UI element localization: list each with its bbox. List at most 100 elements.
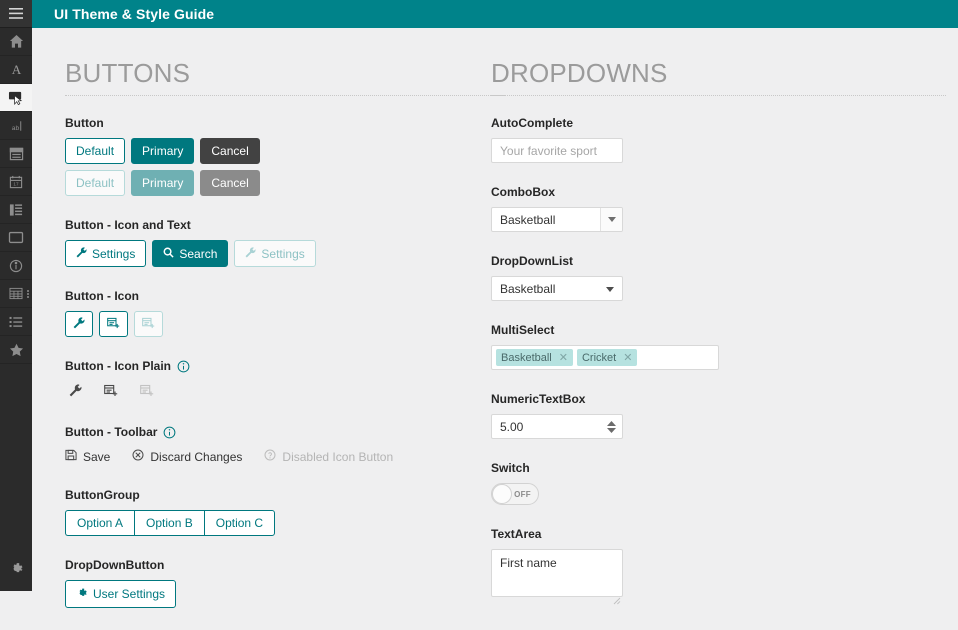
button-group: Option A Option B Option C <box>65 510 276 536</box>
add-record-icon <box>140 384 154 400</box>
calendar-icon: 17 <box>9 175 23 189</box>
discard-changes-toolbar-button[interactable]: Discard Changes <box>132 447 242 466</box>
switch-group: Switch OFF <box>491 461 946 505</box>
sidebar-item-dialog[interactable] <box>0 224 32 252</box>
main-content: BUTTONS Button Default Primary Cancel De… <box>32 28 958 608</box>
settings-button[interactable]: Settings <box>65 240 147 267</box>
add-record-plain-button[interactable] <box>100 381 122 403</box>
dialog-box-icon <box>8 231 24 244</box>
grid-table-icon <box>9 287 23 300</box>
dropdownlist[interactable]: Basketball <box>491 276 623 301</box>
default-button-disabled: Default <box>65 170 126 196</box>
buttongroup-label: ButtonGroup <box>65 488 140 502</box>
user-settings-dropdown-button[interactable]: User Settings <box>65 580 177 608</box>
svg-text:A: A <box>11 62 21 77</box>
add-record-icon <box>107 317 120 331</box>
combobox-value[interactable]: Basketball <box>492 208 600 231</box>
hamburger-menu-button[interactable] <box>0 0 32 28</box>
chevron-down-icon[interactable] <box>600 208 622 231</box>
window-panel-icon <box>9 147 24 161</box>
sidebar-item-inputs[interactable]: ab <box>0 112 32 140</box>
sidebar-item-grid[interactable] <box>0 280 32 308</box>
multiselect-chip: Cricket ✕ <box>576 349 638 366</box>
option-b-button[interactable]: Option B <box>134 510 204 536</box>
textarea-wrapper <box>491 549 623 605</box>
sidebar-item-favorites[interactable] <box>0 336 32 364</box>
dropdownbutton-group: DropDownButton User Settings <box>65 558 505 608</box>
textarea-input[interactable] <box>491 549 623 597</box>
primary-button[interactable]: Primary <box>131 138 195 164</box>
sidebar-item-settings[interactable] <box>0 551 32 591</box>
option-c-button[interactable]: Option C <box>203 510 276 536</box>
autocomplete-input[interactable] <box>491 138 623 163</box>
wrench-icon <box>69 384 82 400</box>
star-icon <box>9 343 24 357</box>
sidebar-item-panels[interactable] <box>0 140 32 168</box>
buttons-section-divider <box>65 95 505 96</box>
cancel-button-disabled: Cancel <box>200 170 260 196</box>
textarea-label: TextArea <box>491 527 542 541</box>
sidebar-overflow-dots-icon[interactable] <box>27 289 29 298</box>
wrench-icon <box>73 317 85 331</box>
sidebar-item-notifications[interactable] <box>0 252 32 280</box>
cancel-button[interactable]: Cancel <box>200 138 260 164</box>
button-icon-group: Button - Icon <box>65 289 505 337</box>
default-button[interactable]: Default <box>65 138 126 164</box>
numerictextbox[interactable]: 5.00 <box>491 414 623 439</box>
button-icon-row <box>65 311 505 337</box>
settings-button-disabled: Settings <box>234 240 316 267</box>
multiselect-group: MultiSelect Basketball ✕ Cricket ✕ <box>491 323 946 370</box>
disabled-icon-toolbar-button: Disabled Icon Button <box>264 447 393 466</box>
switch-state-label: OFF <box>514 489 531 499</box>
multiselect[interactable]: Basketball ✕ Cricket ✕ <box>491 345 719 370</box>
home-icon <box>9 34 24 49</box>
button-group-basic: Button Default Primary Cancel Default Pr… <box>65 116 505 196</box>
sidebar-item-calendar[interactable]: 17 <box>0 168 32 196</box>
search-button[interactable]: Search <box>152 240 229 267</box>
add-record-icon-button[interactable] <box>99 311 128 337</box>
combobox-group: ComboBox Basketball <box>491 185 946 232</box>
multiselect-chip: Basketball ✕ <box>496 349 573 366</box>
save-disk-icon <box>65 449 77 464</box>
combobox[interactable]: Basketball <box>491 207 623 232</box>
textbox-ab-icon: ab <box>8 119 25 133</box>
sidebar-item-lists[interactable] <box>0 308 32 336</box>
close-icon[interactable]: ✕ <box>623 351 632 364</box>
info-circle-icon[interactable] <box>163 426 176 439</box>
numerictextbox-value[interactable]: 5.00 <box>500 420 523 434</box>
toolbar-row: Save Discard Changes Disabled Icon Butto… <box>65 447 505 466</box>
close-icon[interactable]: ✕ <box>559 351 568 364</box>
button-icon-text-label: Button - Icon and Text <box>65 218 191 232</box>
wrench-icon-button[interactable] <box>65 311 93 337</box>
cancel-circle-icon <box>132 449 144 464</box>
button-toolbar-group: Button - Toolbar Save Discard Changes Di… <box>65 425 505 466</box>
chip-label: Cricket <box>581 351 617 364</box>
hamburger-icon <box>9 8 23 19</box>
save-toolbar-button[interactable]: Save <box>65 447 110 466</box>
sidebar-item-layout[interactable] <box>0 196 32 224</box>
info-circle-icon <box>9 259 23 273</box>
switch-knob <box>492 484 512 504</box>
chevron-down-icon <box>606 284 614 294</box>
dropdowns-column: DROPDOWNS AutoComplete ComboBox Basketba… <box>491 28 946 624</box>
option-a-button[interactable]: Option A <box>65 510 135 536</box>
sidebar: A ab 17 <box>0 0 32 591</box>
wrench-icon <box>245 247 256 260</box>
discard-changes-label: Discard Changes <box>150 449 243 464</box>
bullet-list-icon <box>9 316 23 328</box>
dropdowns-section-title: DROPDOWNS <box>491 58 668 88</box>
add-record-icon <box>104 384 118 400</box>
svg-text:17: 17 <box>13 181 19 186</box>
disabled-icon-button-label: Disabled Icon Button <box>282 449 394 464</box>
primary-button-disabled: Primary <box>131 170 195 196</box>
sidebar-item-typography[interactable]: A <box>0 56 32 84</box>
numerictextbox-label: NumericTextBox <box>491 392 586 406</box>
sidebar-item-home[interactable] <box>0 28 32 56</box>
info-circle-icon[interactable] <box>177 360 190 373</box>
spinner-up-down-icon[interactable] <box>607 420 616 433</box>
sidebar-item-buttons[interactable] <box>0 84 32 112</box>
app-header: UI Theme & Style Guide <box>32 0 958 28</box>
switch-toggle[interactable]: OFF <box>491 483 539 505</box>
buttons-section-title: BUTTONS <box>65 58 191 88</box>
wrench-plain-button[interactable] <box>65 381 86 403</box>
